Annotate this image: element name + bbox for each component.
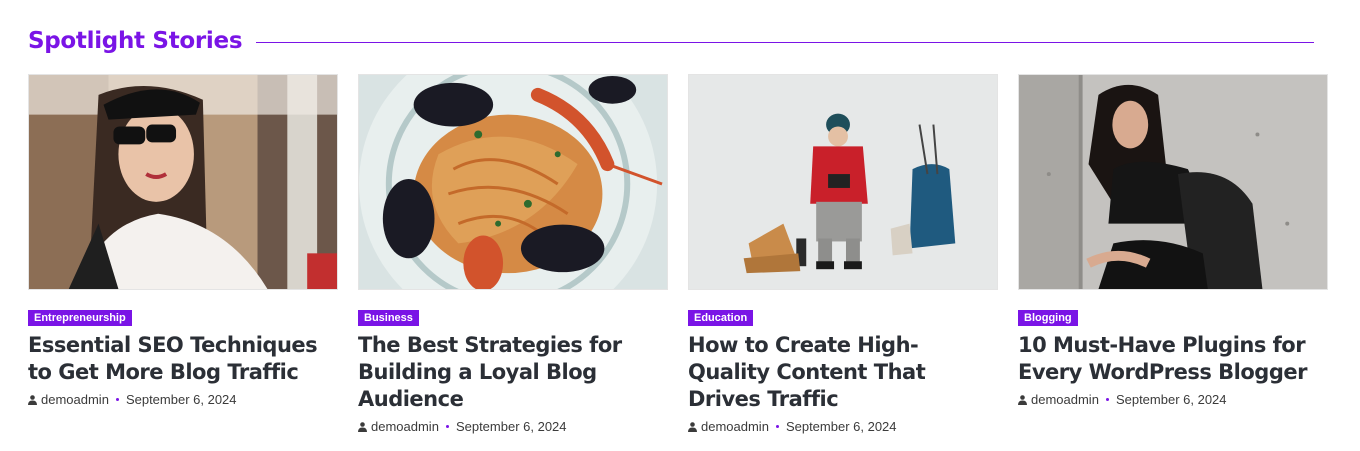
meta-separator [115, 398, 119, 401]
post-card: Education How to Create High-Quality Con… [688, 74, 998, 434]
hiker-camera-image [689, 75, 997, 289]
post-date: September 6, 2024 [1115, 392, 1227, 407]
post-title[interactable]: Essential SEO Techniques to Get More Blo… [28, 332, 333, 386]
post-date: September 6, 2024 [455, 419, 567, 434]
category-badge[interactable]: Education [688, 310, 754, 326]
post-card: Entrepreneurship Essential SEO Technique… [28, 74, 338, 407]
post-thumbnail[interactable] [358, 74, 668, 290]
user-icon [358, 421, 367, 432]
post-meta: demoadmin September 6, 2024 [358, 419, 668, 434]
post-author-link[interactable]: demoadmin [1031, 392, 1099, 407]
user-icon [28, 394, 37, 405]
section-title: Spotlight Stories [28, 28, 243, 54]
post-thumbnail[interactable] [1018, 74, 1328, 290]
post-date: September 6, 2024 [125, 392, 237, 407]
category-badge[interactable]: Entrepreneurship [28, 310, 132, 326]
user-icon [688, 421, 697, 432]
post-title[interactable]: 10 Must-Have Plugins for Every WordPress… [1018, 332, 1323, 386]
seafood-pasta-image [359, 75, 667, 289]
post-title[interactable]: The Best Strategies for Building a Loyal… [358, 332, 663, 413]
post-meta: demoadmin September 6, 2024 [688, 419, 998, 434]
post-title[interactable]: How to Create High-Quality Content That … [688, 332, 993, 413]
category-badge[interactable]: Business [358, 310, 419, 326]
meta-separator [775, 425, 779, 428]
user-icon [1018, 394, 1027, 405]
post-meta: demoadmin September 6, 2024 [28, 392, 338, 407]
section-header: Spotlight Stories [28, 24, 1314, 58]
post-thumbnail[interactable] [688, 74, 998, 290]
section-divider [256, 41, 1314, 43]
post-meta: demoadmin September 6, 2024 [1018, 392, 1328, 407]
post-card: Business The Best Strategies for Buildin… [358, 74, 668, 434]
woman-sunglasses-image [29, 75, 337, 289]
post-grid: Entrepreneurship Essential SEO Technique… [28, 74, 1328, 451]
post-author-link[interactable]: demoadmin [41, 392, 109, 407]
post-thumbnail[interactable] [28, 74, 338, 290]
meta-separator [445, 425, 449, 428]
post-date: September 6, 2024 [785, 419, 897, 434]
post-author-link[interactable]: demoadmin [371, 419, 439, 434]
category-badge[interactable]: Blogging [1018, 310, 1078, 326]
post-author-link[interactable]: demoadmin [701, 419, 769, 434]
meta-separator [1105, 398, 1109, 401]
spotlight-stories-section: Spotlight Stories Entrepreneurship Essen… [0, 0, 1360, 451]
woman-concrete-wall-image [1019, 75, 1327, 289]
post-card: Blogging 10 Must-Have Plugins for Every … [1018, 74, 1328, 407]
